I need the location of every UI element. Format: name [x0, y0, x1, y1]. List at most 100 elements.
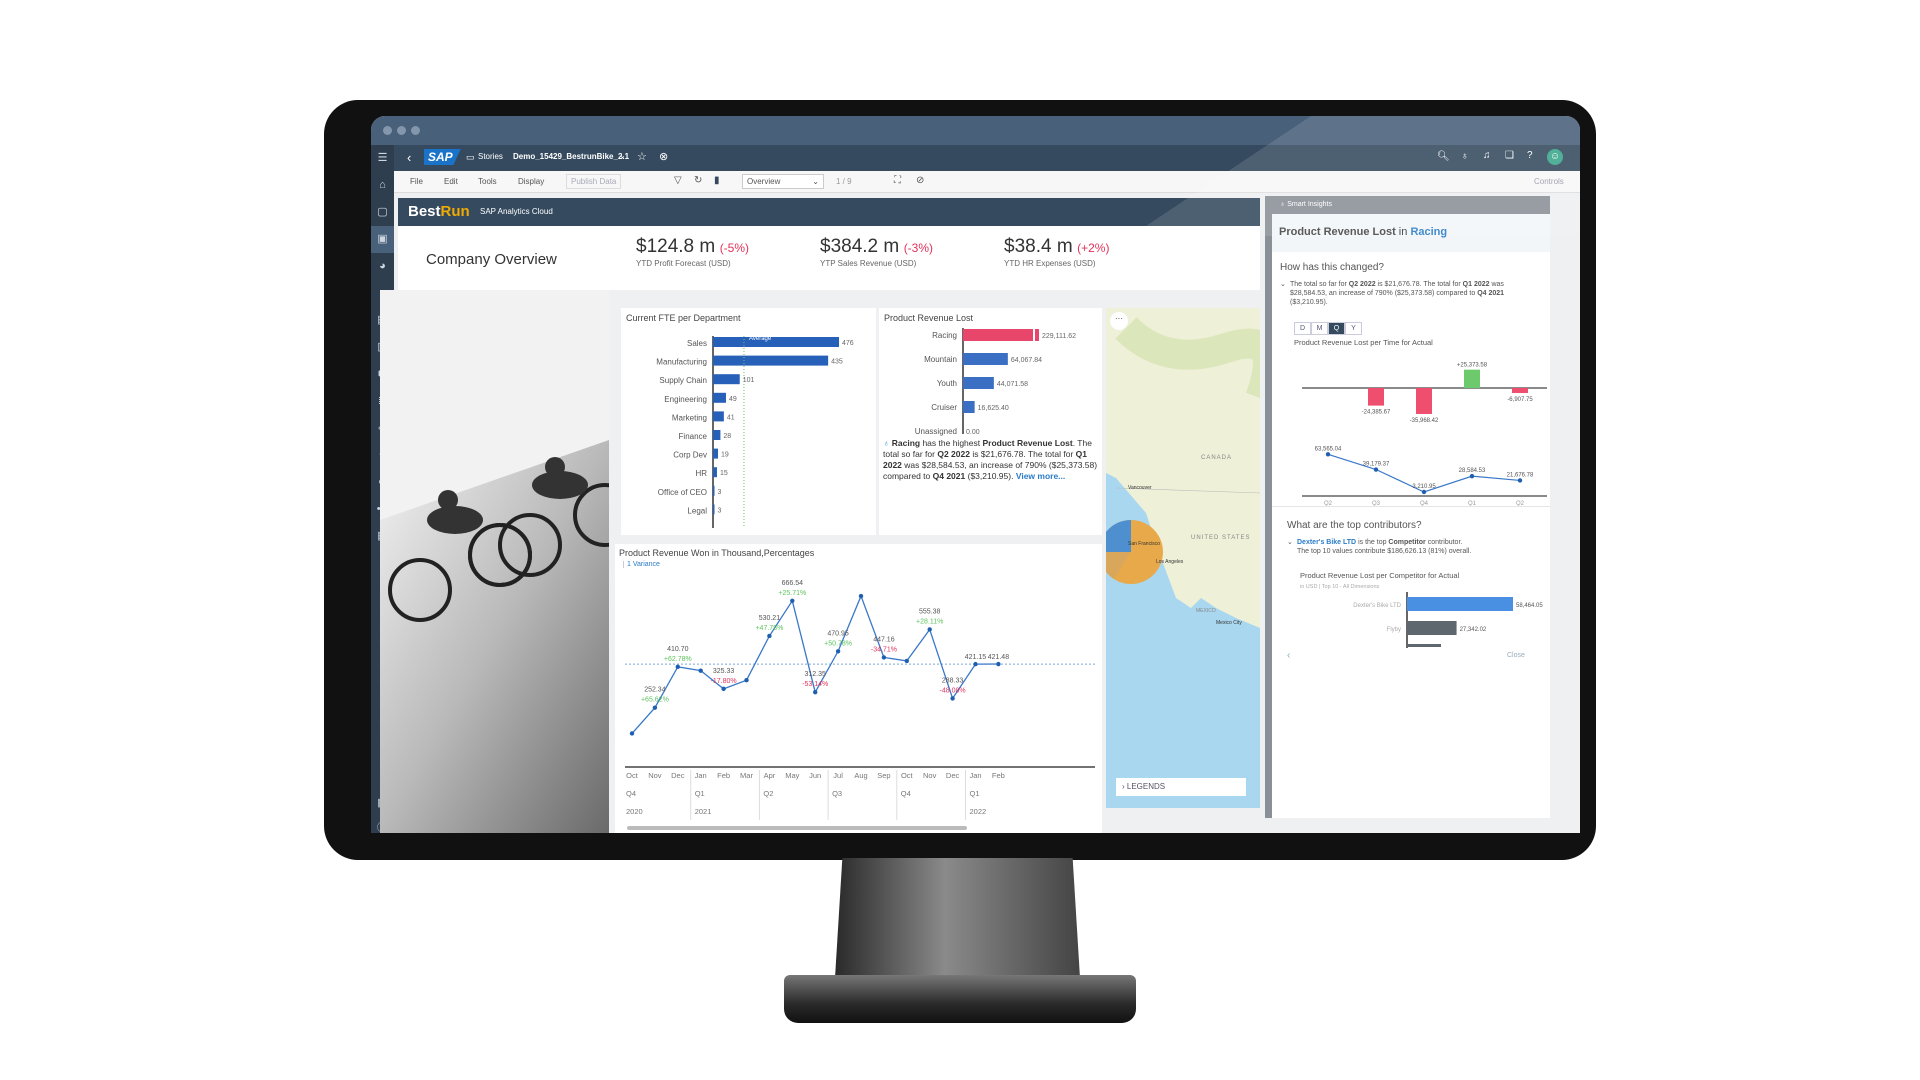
series-line [631, 594, 999, 734]
map-label-vancouver: Vancouver [1128, 485, 1152, 491]
contributors-summary: ⌄ Dexter's Bike LTD is the top Competitor… [1287, 538, 1472, 555]
question-change: How has this changed? [1280, 262, 1384, 273]
month-tick-label: Feb [717, 771, 730, 780]
data-point [927, 627, 932, 632]
back-icon[interactable]: ‹ [407, 150, 411, 165]
granularity-year[interactable]: Y [1345, 322, 1362, 335]
variance-label: +65.62% [641, 697, 669, 704]
value-label: 421.48 [988, 654, 1010, 661]
time-value-label: 28,584.53 [1459, 468, 1486, 474]
map-land [1106, 308, 1260, 628]
bestrun-logo: BestRun [408, 203, 470, 220]
fte-value-label: 41 [727, 414, 735, 421]
competitor-chart-subtitle: in USD | Top 10 - All Dimensions [1300, 584, 1380, 590]
revenue-lost-bar [963, 329, 1039, 341]
data-point [652, 705, 658, 710]
quarter-tick-label: Q4 [901, 789, 911, 798]
kpi-sales-revenue: $384.2 m (-3%) YTP Sales Revenue (USD) [820, 236, 934, 268]
month-tick-label: Oct [901, 771, 914, 780]
view-more-link[interactable]: View more... [1016, 471, 1065, 481]
edit-menu[interactable]: Edit [444, 177, 458, 186]
fte-category-label: Sales [687, 339, 707, 348]
data-point [835, 649, 841, 654]
window-close-dot[interactable] [383, 126, 392, 135]
fte-category-label: Legal [687, 506, 707, 515]
fte-bar [713, 448, 719, 459]
back-arrow-icon[interactable]: ‹ [1287, 650, 1290, 661]
legends-toggle[interactable]: › LEGENDS [1116, 778, 1246, 796]
home-icon[interactable]: ⌂ [371, 172, 394, 199]
quarter-tick-label: Q1 [970, 789, 980, 798]
fte-bar [713, 504, 715, 515]
revenue-lost-value-label: 16,625.40 [978, 405, 1009, 412]
revenue-lost-chart: Racing 229,111.62 Mountain 64,067.84 Youth 44… [915, 328, 1076, 436]
chevron-down-icon[interactable]: ⌄ [1287, 538, 1293, 547]
map-label-losangeles: Los Angeles [1156, 559, 1184, 565]
page-select-value: Overview [747, 177, 781, 186]
display-menu[interactable]: Display [518, 177, 544, 186]
bookmark-icon[interactable]: ▮ [714, 175, 720, 186]
data-point [996, 661, 1001, 667]
folder-icon[interactable]: ▢ [371, 199, 394, 226]
top-contributor-link[interactable]: Dexter's Bike LTD [1297, 539, 1356, 546]
variance-bar [1416, 388, 1432, 414]
divider [1272, 506, 1550, 507]
question-contributors: What are the top contributors? [1287, 520, 1422, 531]
month-tick-label: May [785, 771, 799, 780]
file-menu[interactable]: File [410, 177, 423, 186]
publish-data-button[interactable]: Publish Data [566, 174, 622, 189]
variance-bar [1368, 388, 1384, 406]
menu-icon[interactable]: ☰ [371, 145, 394, 172]
fte-chart: Sales 476 Manufacturing 435 Supply Chain 101 E… [656, 336, 854, 528]
revenue-lost-category-label: Mountain [924, 355, 957, 364]
close-button[interactable]: Close [1507, 652, 1525, 659]
data-point [675, 664, 680, 670]
competitor-value-label: 58,464.05 [1516, 603, 1543, 609]
variance-label: +25,373.58 [1457, 363, 1488, 369]
analytic-app-icon[interactable]: ◕ [371, 253, 394, 280]
stories-nav-icon[interactable]: ▣ [371, 226, 394, 253]
horizontal-scrollbar[interactable] [627, 826, 967, 830]
value-label: 470.95 [827, 630, 849, 637]
revenue-lost-value-label: 229,111.62 [1042, 333, 1076, 340]
page-select[interactable]: Overview ⌄ [742, 174, 824, 189]
data-point [950, 696, 955, 701]
variance-link[interactable]: 1 Variance [623, 561, 660, 568]
stories-link[interactable]: Stories [478, 152, 503, 161]
fte-value-label: 19 [721, 452, 729, 459]
kpi-header: Company Overview $124.8 m (-5%) YTD Profi… [398, 226, 1260, 290]
fte-bar [713, 355, 829, 366]
quarter-tick-label: Q4 [626, 789, 636, 798]
monitor-base [784, 975, 1136, 1023]
granularity-day[interactable]: D [1294, 322, 1311, 335]
window-maximize-dot[interactable] [411, 126, 420, 135]
fte-category-label: Office of CEO [658, 488, 707, 497]
revenue-won-panel: Product Revenue Won in Thousand,Percenta… [615, 544, 1102, 833]
fte-value-label: 49 [729, 396, 737, 403]
granularity-month[interactable]: M [1311, 322, 1328, 335]
story-name[interactable]: Demo_15429_BestrunBike_2.1 [513, 152, 629, 161]
chevron-down-icon[interactable]: ⌄ [619, 151, 626, 160]
granularity-quarter[interactable]: Q [1328, 322, 1345, 335]
quarter-tick-label: Q3 [832, 789, 842, 798]
fte-category-label: Engineering [664, 395, 707, 404]
fullscreen-icon[interactable]: ⛶ [894, 175, 901, 186]
stories-icon: ▭ [466, 152, 475, 162]
value-label: 410.70 [667, 646, 689, 653]
filter-icon[interactable]: ▽ [674, 175, 682, 186]
kpi-profit: $124.8 m (-5%) YTD Profit Forecast (USD) [636, 236, 750, 268]
close-circle-icon[interactable]: ⊗ [659, 150, 668, 163]
refresh-icon[interactable]: ↻ [694, 175, 702, 186]
star-icon[interactable]: ☆ [637, 150, 647, 163]
time-value-label: 39,179.37 [1363, 462, 1390, 468]
month-tick-label: Feb [992, 771, 1005, 780]
chevron-down-icon[interactable]: ⌄ [1280, 280, 1286, 289]
chevron-down-icon: ⌄ [812, 177, 819, 186]
window-minimize-dot[interactable] [397, 126, 406, 135]
more-options-button[interactable]: ··· [1110, 312, 1128, 330]
revenue-lost-category-label: Cruiser [931, 403, 957, 412]
clock-icon[interactable]: ⊘ [916, 175, 924, 186]
geo-map[interactable]: ··· CANADA UNITED STATES MEXICO Vancouve… [1106, 308, 1260, 808]
tools-menu[interactable]: Tools [478, 177, 497, 186]
monitor-stand [835, 858, 1080, 978]
